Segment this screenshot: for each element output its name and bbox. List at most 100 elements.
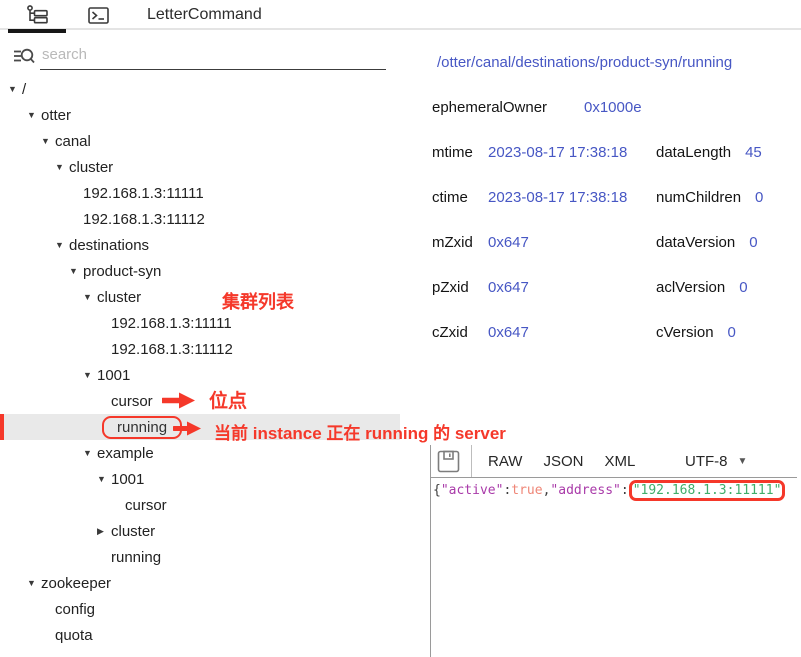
stat-value: 0x647 [488, 234, 529, 251]
chevron-down-icon[interactable]: ▼ [55, 240, 69, 250]
tree-node-label[interactable]: running [102, 416, 182, 439]
chevron-down-icon[interactable]: ▼ [83, 292, 97, 302]
stat-row-datalength: dataLength45 [656, 141, 762, 163]
tree-node-label[interactable]: 192.168.1.3:11111 [111, 315, 232, 332]
stat-value: 0 [755, 189, 763, 206]
stat-row-mzxid: mZxid0x647dataVersion0 [432, 231, 797, 253]
stat-row-cversion: cVersion0 [656, 321, 736, 343]
stat-value: 2023-08-17 17:38:18 [488, 144, 627, 161]
chevron-down-icon[interactable]: ▼ [83, 448, 97, 458]
tab-terminal[interactable] [76, 0, 120, 30]
tree-node-192-168-1-3-11112[interactable]: 192.168.1.3:11112 [0, 206, 400, 232]
app-title[interactable]: LetterCommand [147, 0, 262, 30]
node-path: /otter/canal/destinations/product-syn/ru… [437, 54, 732, 71]
format-tab-raw[interactable]: RAW [488, 453, 522, 470]
tree-node-label[interactable]: cursor [125, 497, 167, 514]
tree-node-192-168-1-3-11111[interactable]: 192.168.1.3:11111 [0, 180, 400, 206]
tree-node-label[interactable]: 1001 [111, 471, 144, 488]
tree-node-1001[interactable]: ▼1001 [0, 362, 400, 388]
tree-node-config[interactable]: config [0, 596, 400, 622]
tree-node-cluster[interactable]: ▼cluster [0, 284, 400, 310]
chevron-right-icon[interactable]: ▶ [97, 526, 111, 537]
chevron-down-icon[interactable]: ▼ [27, 578, 41, 588]
chevron-down-icon[interactable]: ▼ [69, 266, 83, 276]
stat-row-ctime: ctime2023-08-17 17:38:18numChildren0 [432, 186, 797, 208]
tree-node-cluster[interactable]: ▶cluster [0, 518, 400, 544]
tree-node-192-168-1-3-11112[interactable]: 192.168.1.3:11112 [0, 336, 400, 362]
tree-node-product-syn[interactable]: ▼product-syn [0, 258, 400, 284]
search-icon [13, 47, 36, 66]
stat-label: dataVersion [656, 234, 735, 251]
chevron-down-icon[interactable]: ▼ [97, 474, 111, 484]
tree-node-label[interactable]: cluster [69, 159, 113, 176]
node-data-editor[interactable]: {"active":true,"address":"192.168.1.3:11… [430, 477, 797, 657]
stat-label: dataLength [656, 144, 731, 161]
tree-node-label[interactable]: config [55, 601, 95, 618]
chevron-down-icon[interactable]: ▼ [83, 370, 97, 380]
node-data-panel: RAW JSON XML UTF-8 ▼ {"active":true,"addre… [430, 445, 797, 657]
data-toolbar: RAW JSON XML UTF-8 ▼ [431, 445, 797, 477]
tree-node-cursor[interactable]: cursor [0, 388, 400, 414]
stat-label: aclVersion [656, 279, 725, 296]
tree-node-label[interactable]: example [97, 445, 154, 462]
tree-node-label[interactable]: 192.168.1.3:11111 [83, 185, 204, 202]
tree-node-192-168-1-3-11111[interactable]: 192.168.1.3:11111 [0, 310, 400, 336]
tree-node-cluster[interactable]: ▼cluster [0, 154, 400, 180]
tree-node-quota[interactable]: quota [0, 622, 400, 648]
stat-value: 2023-08-17 17:38:18 [488, 189, 627, 206]
tree-node-cursor[interactable]: cursor [0, 492, 400, 518]
tree-node-label[interactable]: otter [41, 107, 71, 124]
tree-node-label[interactable]: cluster [97, 289, 141, 306]
chevron-down-icon[interactable]: ▼ [41, 136, 55, 146]
tree-node-canal[interactable]: ▼canal [0, 128, 400, 154]
stat-label: cZxid [432, 324, 488, 341]
stat-value: 0 [749, 234, 757, 251]
red-arrow-icon [173, 421, 202, 436]
tree-node-label[interactable]: cluster [111, 523, 155, 540]
tree-node-label[interactable]: product-syn [83, 263, 161, 280]
tree-node-running[interactable]: running [0, 544, 400, 570]
tree-node-label[interactable]: 1001 [97, 367, 130, 384]
stat-row-aclversion: aclVersion0 [656, 276, 748, 298]
search-input[interactable] [40, 44, 386, 70]
toolbar-divider [471, 445, 472, 477]
encoding-value: UTF-8 [685, 453, 728, 470]
app-window: LetterCommand ▼/▼otter▼canal▼cluster192.… [0, 0, 801, 657]
stat-row-numchildren: numChildren 0 [656, 186, 763, 208]
tab-tree-view[interactable] [8, 0, 66, 30]
save-icon [437, 450, 463, 473]
tree-node-label[interactable]: 192.168.1.3:11112 [83, 211, 205, 228]
stat-label: numChildren [656, 189, 741, 206]
tree-node-zookeeper[interactable]: ▼zookeeper [0, 570, 400, 596]
tree-node-label[interactable]: running [111, 549, 161, 566]
tree-node-[interactable]: ▼/ [0, 76, 400, 102]
chevron-down-icon[interactable]: ▼ [8, 84, 22, 94]
encoding-dropdown[interactable]: UTF-8 ▼ [685, 445, 747, 477]
chevron-down-icon: ▼ [738, 456, 748, 467]
chevron-down-icon[interactable]: ▼ [27, 110, 41, 120]
stat-value: 0x1000e [584, 99, 642, 116]
annotation-cluster-list: 集群列表 [222, 288, 294, 314]
tree-node-label[interactable]: destinations [69, 237, 149, 254]
tree-node-label[interactable]: / [22, 81, 26, 98]
tree-node-1001[interactable]: ▼1001 [0, 466, 400, 492]
stat-row-mtime: mtime2023-08-17 17:38:18dataLength45 [432, 141, 797, 163]
format-tabs: RAW JSON XML [488, 445, 635, 477]
tree-node-label[interactable]: 192.168.1.3:11112 [111, 341, 233, 358]
tree-node-label[interactable]: quota [55, 627, 93, 644]
tree-node-label[interactable]: zookeeper [41, 575, 111, 592]
json-token: : [621, 483, 629, 498]
json-token: "address" [550, 483, 620, 498]
terminal-icon [88, 7, 109, 24]
json-token-highlighted: "192.168.1.3:11111" [629, 480, 786, 501]
tree-node-label[interactable]: cursor [111, 393, 153, 410]
save-button[interactable] [437, 448, 463, 474]
tree-node-label[interactable]: canal [55, 133, 91, 150]
stat-label: ephemeralOwner [432, 99, 584, 116]
stat-row-ephemeralowner: ephemeralOwner0x1000e [432, 96, 797, 118]
chevron-down-icon[interactable]: ▼ [55, 162, 69, 172]
tree-node-destinations[interactable]: ▼destinations [0, 232, 400, 258]
tree-node-otter[interactable]: ▼otter [0, 102, 400, 128]
format-tab-json[interactable]: JSON [543, 453, 583, 470]
format-tab-xml[interactable]: XML [604, 453, 635, 470]
